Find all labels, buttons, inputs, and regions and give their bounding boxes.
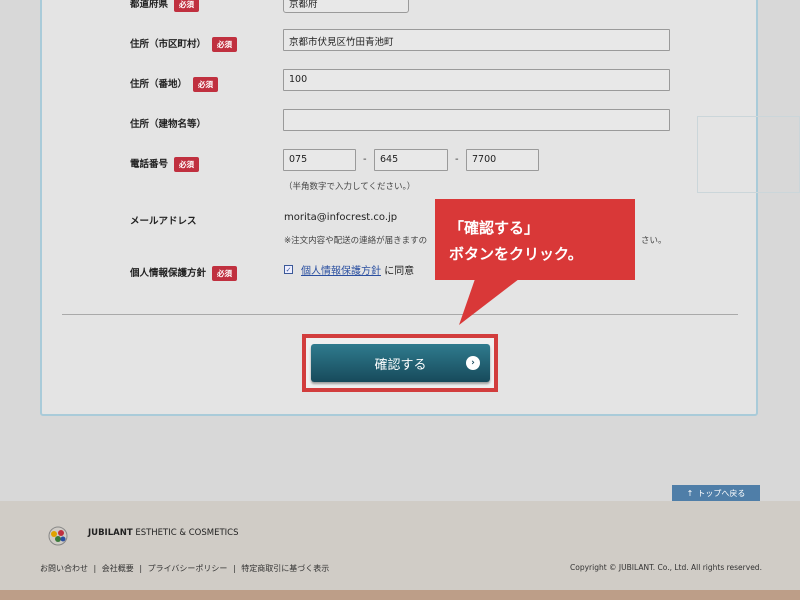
phone-field-2[interactable]: 645 — [374, 149, 448, 171]
email-note-tail: さい。 — [641, 236, 667, 246]
footer-link-contact[interactable]: お問い合わせ — [40, 563, 88, 574]
footer-nav: お問い合わせ | 会社概要 | プライバシーポリシー | 特定商取引に基づく表示 — [40, 563, 329, 574]
jubilant-logo — [48, 526, 68, 546]
footer-brand: JUBILANT ESTHETIC & COSMETICS — [88, 528, 239, 538]
callout-pointer — [459, 279, 519, 325]
street-label: 住所（番地） 必須 — [130, 76, 219, 92]
email-note: ※注文内容や配送の連絡が届きますの — [284, 236, 428, 246]
footer-separator: | — [93, 564, 97, 573]
phone-label: 電話番号 必須 — [130, 156, 200, 172]
privacy-consent: 個人情報保護方針 に同意 — [301, 266, 415, 277]
footer-link-legal[interactable]: 特定商取引に基づく表示 — [241, 563, 329, 574]
required-badge: 必須 — [193, 77, 219, 92]
instruction-callout: 「確認する」 ボタンをクリック。 — [435, 199, 635, 280]
to-top-button[interactable]: ↑ トップへ戻る — [672, 485, 760, 502]
footer — [0, 501, 800, 590]
footer-link-company[interactable]: 会社概要 — [102, 563, 134, 574]
email-label: メールアドレス — [130, 216, 197, 227]
privacy-label: 個人情報保護方針 必須 — [130, 265, 238, 281]
prefecture-label: 都道府県 必須 — [130, 0, 200, 12]
required-badge: 必須 — [212, 37, 238, 52]
footer-separator: | — [139, 564, 143, 573]
chevron-right-icon: › — [466, 356, 480, 370]
divider — [62, 314, 738, 315]
privacy-checkbox[interactable]: ✓ — [284, 265, 293, 274]
email-value: morita@infocrest.co.jp — [284, 212, 398, 223]
required-badge: 必須 — [174, 0, 200, 12]
copyright: Copyright © JUBILANT. Co., Ltd. All righ… — [570, 563, 762, 572]
phone-field-3[interactable]: 7700 — [466, 149, 539, 171]
street-input[interactable]: 100 — [283, 69, 670, 91]
confirm-button[interactable]: 確認する › — [311, 344, 490, 382]
arrow-up-icon: ↑ — [686, 489, 694, 498]
prefecture-select[interactable]: 京都府 — [283, 0, 409, 13]
building-input[interactable] — [283, 109, 670, 131]
phone-dash: - — [455, 154, 459, 165]
overlay-frame — [697, 116, 800, 193]
phone-field-1[interactable]: 075 — [283, 149, 356, 171]
privacy-policy-link[interactable]: 個人情報保護方針 — [301, 266, 381, 277]
footer-separator: | — [232, 564, 236, 573]
footer-link-privacy[interactable]: プライバシーポリシー — [148, 563, 228, 574]
required-badge: 必須 — [212, 266, 238, 281]
city-label: 住所（市区町村） 必須 — [130, 36, 238, 52]
building-label: 住所（建物名等） — [130, 119, 207, 130]
required-badge: 必須 — [174, 157, 200, 172]
phone-dash: - — [363, 154, 367, 165]
city-input[interactable]: 京都市伏見区竹田青池町 — [283, 29, 670, 51]
footer-strip — [0, 590, 800, 600]
phone-note: （半角数字で入力してください。） — [284, 182, 416, 192]
